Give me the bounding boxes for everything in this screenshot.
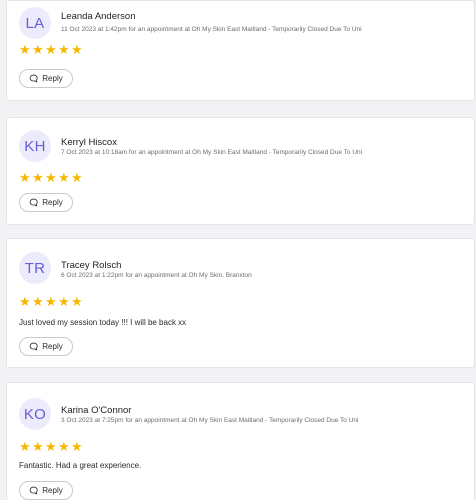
star-icon: ★ [45,439,57,454]
star-icon: ★ [32,439,44,454]
reply-button[interactable]: Reply [19,337,73,356]
speech-bubble-icon [30,198,38,207]
review-meta: 11 Oct 2023 at 1:42pm for an appointment… [61,26,362,33]
star-icon: ★ [58,294,70,309]
star-icon: ★ [45,170,57,185]
star-icon: ★ [58,42,70,57]
star-icon: ★ [32,294,44,309]
avatar: KO [19,398,51,430]
star-icon: ★ [19,42,31,57]
reply-button[interactable]: Reply [19,481,73,500]
star-icon: ★ [19,170,31,185]
review-meta: 7 Oct 2023 at 10:18am for an appointment… [61,149,363,156]
reply-label: Reply [42,198,63,207]
star-rating: ★ ★ ★ ★ ★ [19,294,83,309]
review-text: Fantastic. Had a great experience. [19,461,142,470]
star-icon: ★ [71,170,83,185]
reviewer-name: Kerryl Hiscox [61,137,117,148]
star-icon: ★ [58,439,70,454]
reviewer-name: Karina O'Connor [61,405,132,416]
review-meta: 3 Oct 2023 at 7:25pm for an appointment … [61,417,359,424]
avatar: LA [19,7,51,39]
reply-label: Reply [42,342,63,351]
review-text: Just loved my session today !!! I will b… [19,318,187,327]
star-icon: ★ [19,294,31,309]
review-card: KO Karina O'Connor 3 Oct 2023 at 7:25pm … [6,382,475,500]
reviewer-name: Leanda Anderson [61,11,136,22]
star-icon: ★ [32,170,44,185]
reply-button[interactable]: Reply [19,69,73,88]
avatar: TR [19,252,51,284]
star-icon: ★ [71,42,83,57]
star-icon: ★ [58,170,70,185]
star-rating: ★ ★ ★ ★ ★ [19,439,83,454]
review-card: KH Kerryl Hiscox 7 Oct 2023 at 10:18am f… [6,117,475,225]
star-icon: ★ [19,439,31,454]
reply-label: Reply [42,486,63,495]
reply-button[interactable]: Reply [19,193,73,212]
star-icon: ★ [45,294,57,309]
review-card: LA Leanda Anderson 11 Oct 2023 at 1:42pm… [6,0,475,101]
avatar: KH [19,130,51,162]
speech-bubble-icon [30,342,38,351]
star-icon: ★ [71,294,83,309]
speech-bubble-icon [30,486,38,495]
review-card: TR Tracey Rolsch 6 Oct 2023 at 1:22pm fo… [6,238,475,368]
speech-bubble-icon [30,74,38,83]
star-rating: ★ ★ ★ ★ ★ [19,42,83,57]
reviewer-name: Tracey Rolsch [61,260,122,271]
star-icon: ★ [32,42,44,57]
star-icon: ★ [71,439,83,454]
star-icon: ★ [45,42,57,57]
review-meta: 6 Oct 2023 at 1:22pm for an appointment … [61,272,252,279]
reply-label: Reply [42,74,63,83]
star-rating: ★ ★ ★ ★ ★ [19,170,83,185]
